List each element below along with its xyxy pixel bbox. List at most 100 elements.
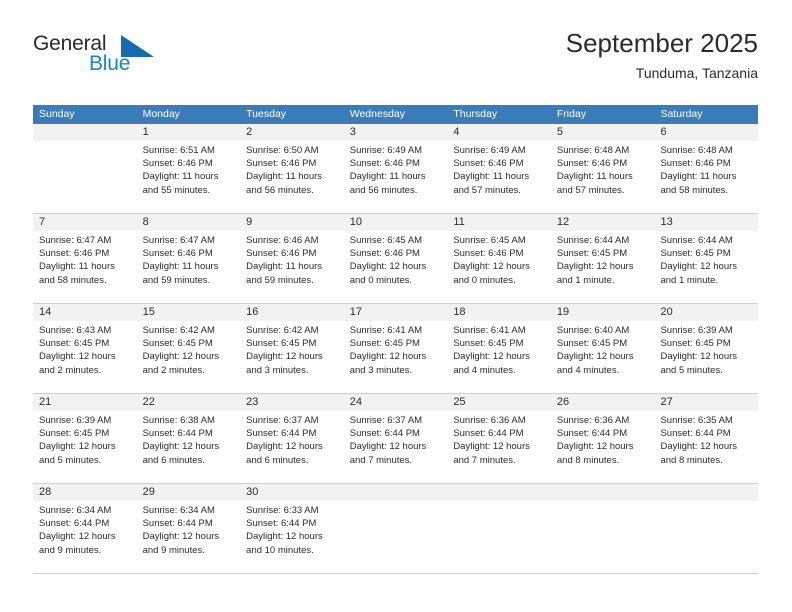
day-cell[interactable]: 6 Sunrise: 6:48 AM Sunset: 6:46 PM Daylight… [654,124,759,213]
sunset-text: Sunset: 6:45 PM [660,338,731,350]
sunset-text: Sunset: 6:45 PM [142,338,213,350]
sunset-text: Sunset: 6:46 PM [556,158,628,170]
day-number: 16 [240,304,344,321]
day-cell[interactable]: 15 Sunrise: 6:42 AM Sunset: 6:45 PM Dayligh… [136,304,241,393]
daylight-text-line1: Daylight: 12 hours [142,351,220,363]
day-cell[interactable]: 28 Sunrise: 6:34 AM Sunset: 6:44 PM Dayligh… [33,484,137,573]
daylight-text-line1: Daylight: 12 hours [349,261,427,273]
day-details: Sunrise: 6:41 AM Sunset: 6:45 PM Daylight:… [344,321,448,377]
sunset-text: Sunset: 6:44 PM [556,428,628,440]
day-cell[interactable]: 30 Sunrise: 6:33 AM Sunset: 6:44 PM Dayligh… [240,484,344,573]
sunrise-text: Sunrise: 6:48 AM [556,145,630,156]
sunset-text: Sunset: 6:44 PM [246,518,317,530]
day-details: Sunrise: 6:39 AM Sunset: 6:45 PM Daylight:… [33,411,137,467]
sunset-text: Sunset: 6:45 PM [556,338,628,350]
day-cell[interactable]: 2 Sunrise: 6:50 AM Sunset: 6:46 PM Daylight… [240,124,344,213]
day-cell[interactable]: 16 Sunrise: 6:42 AM Sunset: 6:45 PM Dayligh… [240,304,344,393]
day-cell[interactable]: 18 Sunrise: 6:41 AM Sunset: 6:45 PM Dayligh… [447,304,551,393]
day-cell[interactable]: 27 Sunrise: 6:35 AM Sunset: 6:44 PM Dayligh… [654,394,759,483]
day-number: 19 [550,304,655,321]
sunrise-text: Sunrise: 6:40 AM [556,325,630,336]
daylight-text-line2: and 7 minutes. [453,454,516,466]
day-cell[interactable]: 21 Sunrise: 6:39 AM Sunset: 6:45 PM Dayligh… [33,394,137,483]
day-cell[interactable]: 8 Sunrise: 6:47 AM Sunset: 6:46 PM Daylight… [136,214,241,303]
sunrise-text: Sunrise: 6:46 AM [246,235,319,246]
daylight-text-line1: Daylight: 12 hours [39,531,116,543]
day-cell[interactable]: 1 Sunrise: 6:51 AM Sunset: 6:46 PM Daylight… [136,124,241,213]
sunset-text: Sunset: 6:46 PM [142,158,213,170]
day-number: 12 [550,214,655,231]
day-details: Sunrise: 6:47 AM Sunset: 6:46 PM Daylight:… [33,231,137,287]
daylight-text-line1: Daylight: 12 hours [660,351,738,363]
day-cell[interactable]: 10 Sunrise: 6:45 AM Sunset: 6:46 PM Dayligh… [343,214,448,303]
day-cell[interactable]: 20 Sunrise: 6:39 AM Sunset: 6:45 PM Dayligh… [654,304,759,393]
day-cell[interactable]: 11 Sunrise: 6:45 AM Sunset: 6:46 PM Dayligh… [447,214,551,303]
daylight-text-line2: and 9 minutes. [39,544,102,556]
weekday-header-friday: Friday [556,108,587,120]
day-number: 15 [136,304,241,321]
day-cell[interactable]: 26 Sunrise: 6:36 AM Sunset: 6:44 PM Dayligh… [550,394,655,483]
day-number: 6 [654,124,759,141]
day-cell[interactable]: 5 Sunrise: 6:48 AM Sunset: 6:46 PM Daylight… [550,124,655,213]
day-cell[interactable]: 29 Sunrise: 6:34 AM Sunset: 6:44 PM Dayligh… [136,484,241,573]
day-cell[interactable]: 13 Sunrise: 6:44 AM Sunset: 6:45 PM Dayligh… [654,214,759,303]
daylight-text-line2: and 0 minutes. [453,274,516,286]
weekday-header-monday: Monday [142,108,180,120]
day-number [447,484,551,501]
daylight-text-line2: and 6 minutes. [246,454,309,466]
calendar-week-row: 1 Sunrise: 6:51 AM Sunset: 6:46 PM Daylight… [33,124,759,214]
sunrise-text: Sunrise: 6:47 AM [142,235,215,246]
sunrise-text: Sunrise: 6:42 AM [246,325,319,336]
weekday-header-sunday: Sunday [39,108,75,120]
day-number: 2 [240,124,344,141]
day-details: Sunrise: 6:34 AM Sunset: 6:44 PM Daylight:… [33,501,137,557]
day-cell[interactable]: 17 Sunrise: 6:41 AM Sunset: 6:45 PM Dayligh… [343,304,448,393]
day-cell[interactable]: 25 Sunrise: 6:36 AM Sunset: 6:44 PM Dayligh… [447,394,551,483]
sunrise-text: Sunrise: 6:50 AM [246,145,319,156]
sunrise-text: Sunrise: 6:51 AM [142,145,215,156]
sunset-text: Sunset: 6:45 PM [660,248,731,260]
day-cell[interactable]: 22 Sunrise: 6:38 AM Sunset: 6:44 PM Dayligh… [136,394,241,483]
day-details: Sunrise: 6:50 AM Sunset: 6:46 PM Daylight:… [240,141,344,197]
daylight-text-line1: Daylight: 12 hours [660,441,738,453]
sunrise-text: Sunrise: 6:33 AM [246,505,319,516]
day-cell[interactable]: 12 Sunrise: 6:44 AM Sunset: 6:45 PM Dayligh… [550,214,655,303]
day-cell[interactable]: 19 Sunrise: 6:40 AM Sunset: 6:45 PM Dayligh… [550,304,655,393]
day-number: 22 [136,394,241,411]
weekday-header-thursday: Thursday [453,108,498,120]
daylight-text-line1: Daylight: 12 hours [556,351,634,363]
sunrise-text: Sunrise: 6:36 AM [556,415,630,426]
day-details: Sunrise: 6:34 AM Sunset: 6:44 PM Daylight:… [137,501,241,557]
day-cell[interactable]: 7 Sunrise: 6:47 AM Sunset: 6:46 PM Daylight… [33,214,137,303]
day-cell[interactable]: 3 Sunrise: 6:49 AM Sunset: 6:46 PM Daylight… [343,124,448,213]
daylight-text-line1: Daylight: 11 hours [660,171,737,183]
daylight-text-line2: and 5 minutes. [39,454,102,466]
day-number: 3 [343,124,448,141]
day-details: Sunrise: 6:42 AM Sunset: 6:45 PM Daylight:… [137,321,241,377]
day-number [343,484,448,501]
day-number: 26 [550,394,655,411]
daylight-text-line2: and 56 minutes. [349,184,418,196]
day-details: Sunrise: 6:39 AM Sunset: 6:45 PM Daylight:… [654,321,758,377]
day-cell-empty [33,124,137,213]
day-details: Sunrise: 6:48 AM Sunset: 6:46 PM Daylight:… [551,141,655,197]
day-details: Sunrise: 6:37 AM Sunset: 6:44 PM Daylight:… [240,411,344,467]
day-details: Sunrise: 6:47 AM Sunset: 6:46 PM Daylight:… [137,231,241,287]
day-cell[interactable]: 4 Sunrise: 6:49 AM Sunset: 6:46 PM Daylight… [447,124,551,213]
calendar-week-row: 28 Sunrise: 6:34 AM Sunset: 6:44 PM Dayligh… [33,484,759,574]
day-number [550,484,655,501]
calendar-week-row: 7 Sunrise: 6:47 AM Sunset: 6:46 PM Daylight… [33,214,759,304]
day-cell[interactable]: 14 Sunrise: 6:43 AM Sunset: 6:45 PM Dayligh… [33,304,137,393]
day-details: Sunrise: 6:42 AM Sunset: 6:45 PM Daylight:… [240,321,344,377]
day-cell[interactable]: 23 Sunrise: 6:37 AM Sunset: 6:44 PM Dayligh… [240,394,344,483]
day-details: Sunrise: 6:49 AM Sunset: 6:46 PM Daylight:… [344,141,448,197]
sunset-text: Sunset: 6:44 PM [349,428,420,440]
day-cell[interactable]: 9 Sunrise: 6:46 AM Sunset: 6:46 PM Daylight… [240,214,344,303]
brand-logo[interactable]: General Blue [33,32,213,88]
calendar-week-row: 14 Sunrise: 6:43 AM Sunset: 6:45 PM Dayligh… [33,304,759,394]
day-details: Sunrise: 6:44 AM Sunset: 6:45 PM Daylight:… [551,231,655,287]
daylight-text-line2: and 5 minutes. [660,364,723,376]
day-cell[interactable]: 24 Sunrise: 6:37 AM Sunset: 6:44 PM Dayligh… [343,394,448,483]
daylight-text-line2: and 8 minutes. [556,454,620,466]
daylight-text-line1: Daylight: 11 hours [39,261,115,273]
